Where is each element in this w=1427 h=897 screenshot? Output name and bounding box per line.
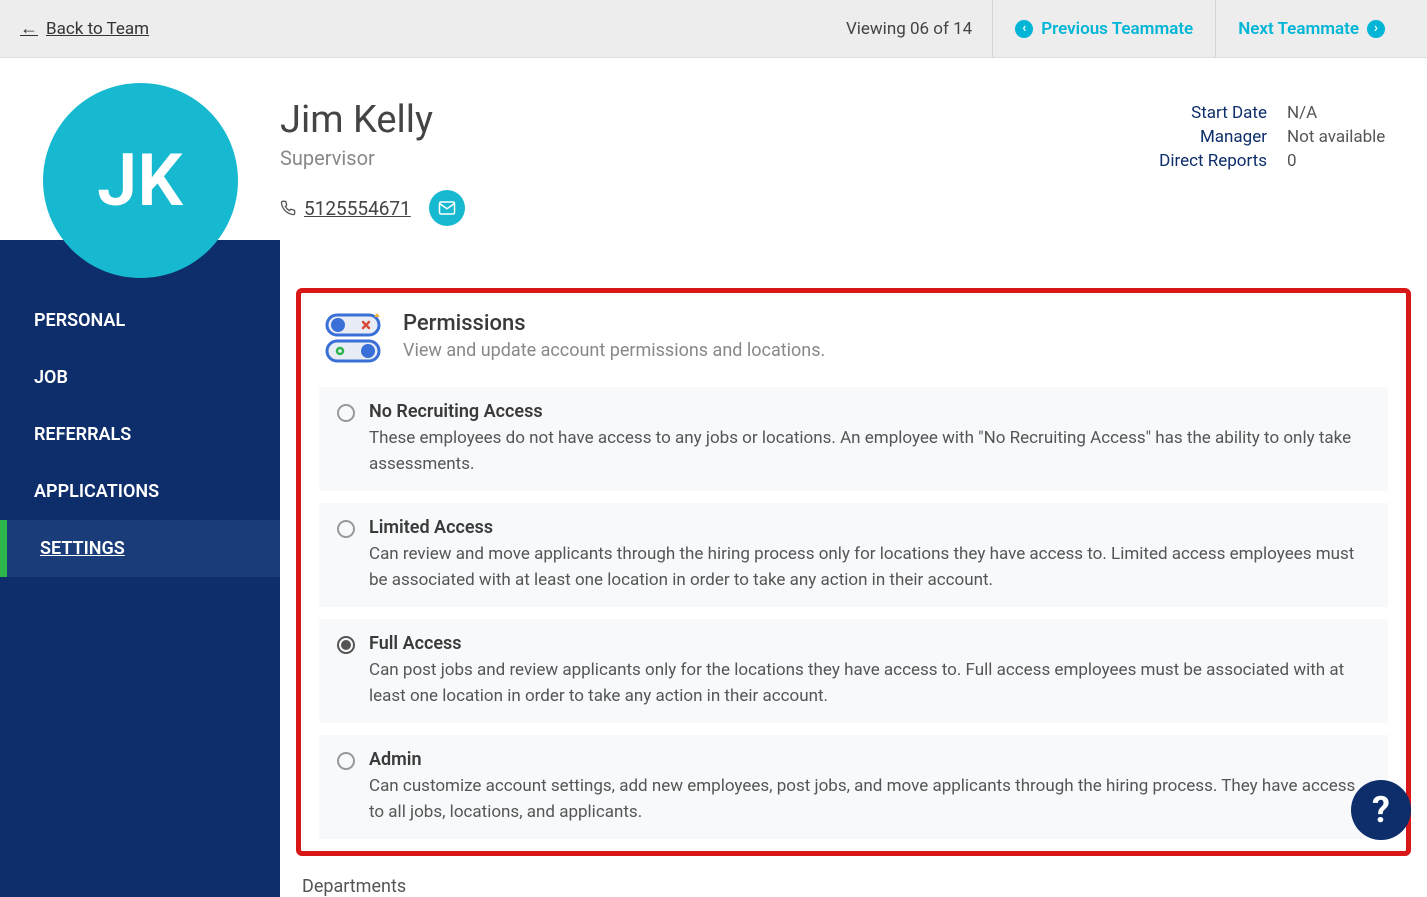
start-date-label: Start Date (1191, 103, 1267, 123)
option-title: No Recruiting Access (369, 401, 1370, 422)
reports-row: Direct Reports 0 (1159, 151, 1387, 171)
permission-option-no-access[interactable]: No Recruiting Access These employees do … (319, 387, 1388, 491)
permissions-highlight: Permissions View and update account perm… (296, 288, 1411, 856)
next-teammate-button[interactable]: Next Teammate › (1215, 0, 1407, 57)
chevron-left-icon: ‹ (1015, 20, 1033, 38)
permission-option-admin[interactable]: Admin Can customize account settings, ad… (319, 735, 1388, 839)
option-desc: Can review and move applicants through t… (369, 542, 1370, 593)
chevron-right-icon: › (1367, 20, 1385, 38)
start-date-row: Start Date N/A (1159, 103, 1387, 123)
reports-value: 0 (1287, 151, 1387, 171)
profile-name: Jim Kelly (280, 98, 1159, 142)
main-panel: Permissions View and update account perm… (280, 278, 1427, 897)
profile-contact: 5125554671 (280, 190, 1159, 226)
mail-icon (438, 199, 456, 217)
back-to-team-link[interactable]: ← Back to Team (20, 18, 149, 39)
radio-admin[interactable] (337, 752, 355, 770)
option-title: Full Access (369, 633, 1370, 654)
profile-role: Supervisor (280, 146, 1159, 170)
option-body: Admin Can customize account settings, ad… (369, 749, 1370, 825)
option-body: Limited Access Can review and move appli… (369, 517, 1370, 593)
email-button[interactable] (429, 190, 465, 226)
profile-header: JK Jim Kelly Supervisor 5125554671 Start… (0, 58, 1427, 278)
permission-option-full[interactable]: Full Access Can post jobs and review app… (319, 619, 1388, 723)
radio-limited[interactable] (337, 520, 355, 538)
reports-label: Direct Reports (1159, 151, 1267, 171)
top-right-nav: Viewing 06 of 14 ‹ Previous Teammate Nex… (846, 0, 1407, 57)
permission-option-limited[interactable]: Limited Access Can review and move appli… (319, 503, 1388, 607)
sidebar-item-settings[interactable]: SETTINGS (0, 520, 280, 577)
manager-row: Manager Not available (1159, 127, 1387, 147)
permissions-header: Permissions View and update account perm… (319, 303, 1388, 387)
sidebar-item-applications[interactable]: APPLICATIONS (0, 463, 280, 520)
sidebar-item-referrals[interactable]: REFERRALS (0, 406, 280, 463)
prev-label: Previous Teammate (1041, 19, 1193, 39)
departments-heading: Departments (296, 856, 1411, 897)
next-label: Next Teammate (1238, 19, 1359, 39)
phone-link[interactable]: 5125554671 (280, 197, 411, 220)
manager-label: Manager (1200, 127, 1267, 147)
radio-full[interactable] (337, 636, 355, 654)
option-title: Limited Access (369, 517, 1370, 538)
manager-value: Not available (1287, 127, 1387, 147)
back-label: Back to Team (46, 19, 149, 39)
help-button[interactable]: ? (1351, 780, 1411, 840)
avatar-wrap: JK (0, 83, 280, 278)
permissions-heading-wrap: Permissions View and update account perm… (403, 311, 825, 361)
prev-teammate-button[interactable]: ‹ Previous Teammate (992, 0, 1215, 57)
sidebar-item-job[interactable]: JOB (0, 349, 280, 406)
permissions-subtitle: View and update account permissions and … (403, 340, 825, 361)
avatar-initials: JK (97, 138, 183, 223)
content: PERSONAL JOB REFERRALS APPLICATIONS SETT… (0, 278, 1427, 897)
option-body: No Recruiting Access These employees do … (369, 401, 1370, 477)
phone-icon (280, 200, 296, 216)
option-desc: Can post jobs and review applicants only… (369, 658, 1370, 709)
option-desc: Can customize account settings, add new … (369, 774, 1370, 825)
profile-main: Jim Kelly Supervisor 5125554671 (280, 83, 1159, 278)
arrow-left-icon: ← (20, 18, 38, 39)
avatar: JK (43, 83, 238, 278)
top-bar: ← Back to Team Viewing 06 of 14 ‹ Previo… (0, 0, 1427, 58)
permissions-icon (325, 311, 383, 369)
option-desc: These employees do not have access to an… (369, 426, 1370, 477)
sidebar-item-personal[interactable]: PERSONAL (0, 292, 280, 349)
phone-number: 5125554671 (304, 197, 411, 220)
option-body: Full Access Can post jobs and review app… (369, 633, 1370, 709)
radio-no-access[interactable] (337, 404, 355, 422)
profile-side-info: Start Date N/A Manager Not available Dir… (1159, 83, 1387, 278)
start-date-value: N/A (1287, 103, 1387, 123)
sidebar: PERSONAL JOB REFERRALS APPLICATIONS SETT… (0, 240, 280, 897)
permissions-title: Permissions (403, 311, 825, 336)
option-title: Admin (369, 749, 1370, 770)
help-icon: ? (1372, 789, 1390, 831)
viewing-count: Viewing 06 of 14 (846, 19, 992, 39)
